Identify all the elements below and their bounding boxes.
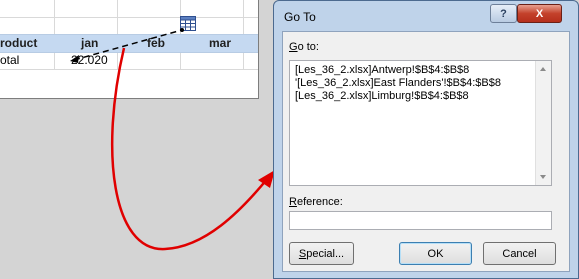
cancel-button[interactable]: Cancel <box>483 242 556 265</box>
red-callout-arrow <box>111 47 269 251</box>
list-item[interactable]: [Les_36_2.xlsx]Limburg!$B$4:$B$8 <box>295 90 469 103</box>
list-item[interactable]: [Les_36_2.xlsx]Antwerp!$B$4:$B$8 <box>295 64 469 77</box>
dialog-title: Go To <box>284 10 316 24</box>
help-button[interactable]: ? <box>490 4 517 23</box>
goto-label: Go to: <box>289 41 319 53</box>
reference-input[interactable] <box>289 211 552 230</box>
dialog-client-area: Go to: [Les_36_2.xlsx]Antwerp!$B$4:$B$8 … <box>282 31 570 272</box>
list-item[interactable]: '[Les_36_2.xlsx]East Flanders'!$B$4:$B$8 <box>295 77 501 90</box>
special-button[interactable]: Special... <box>289 242 354 265</box>
vertical-scrollbar[interactable] <box>535 61 551 185</box>
scroll-down-icon[interactable] <box>540 175 546 179</box>
goto-listbox[interactable]: [Les_36_2.xlsx]Antwerp!$B$4:$B$8 '[Les_3… <box>289 60 552 186</box>
trace-arrowhead <box>70 55 79 63</box>
ok-button[interactable]: OK <box>399 242 472 265</box>
scroll-up-icon[interactable] <box>540 67 546 71</box>
trace-precedent-arrow <box>73 29 183 61</box>
goto-dialog: Go To ? X Go to: [Les_36_2.xlsx]Antwerp!… <box>273 0 579 279</box>
trace-precedent-dot <box>180 28 184 32</box>
reference-label: Reference: <box>289 196 343 208</box>
close-button[interactable]: X <box>517 4 562 23</box>
